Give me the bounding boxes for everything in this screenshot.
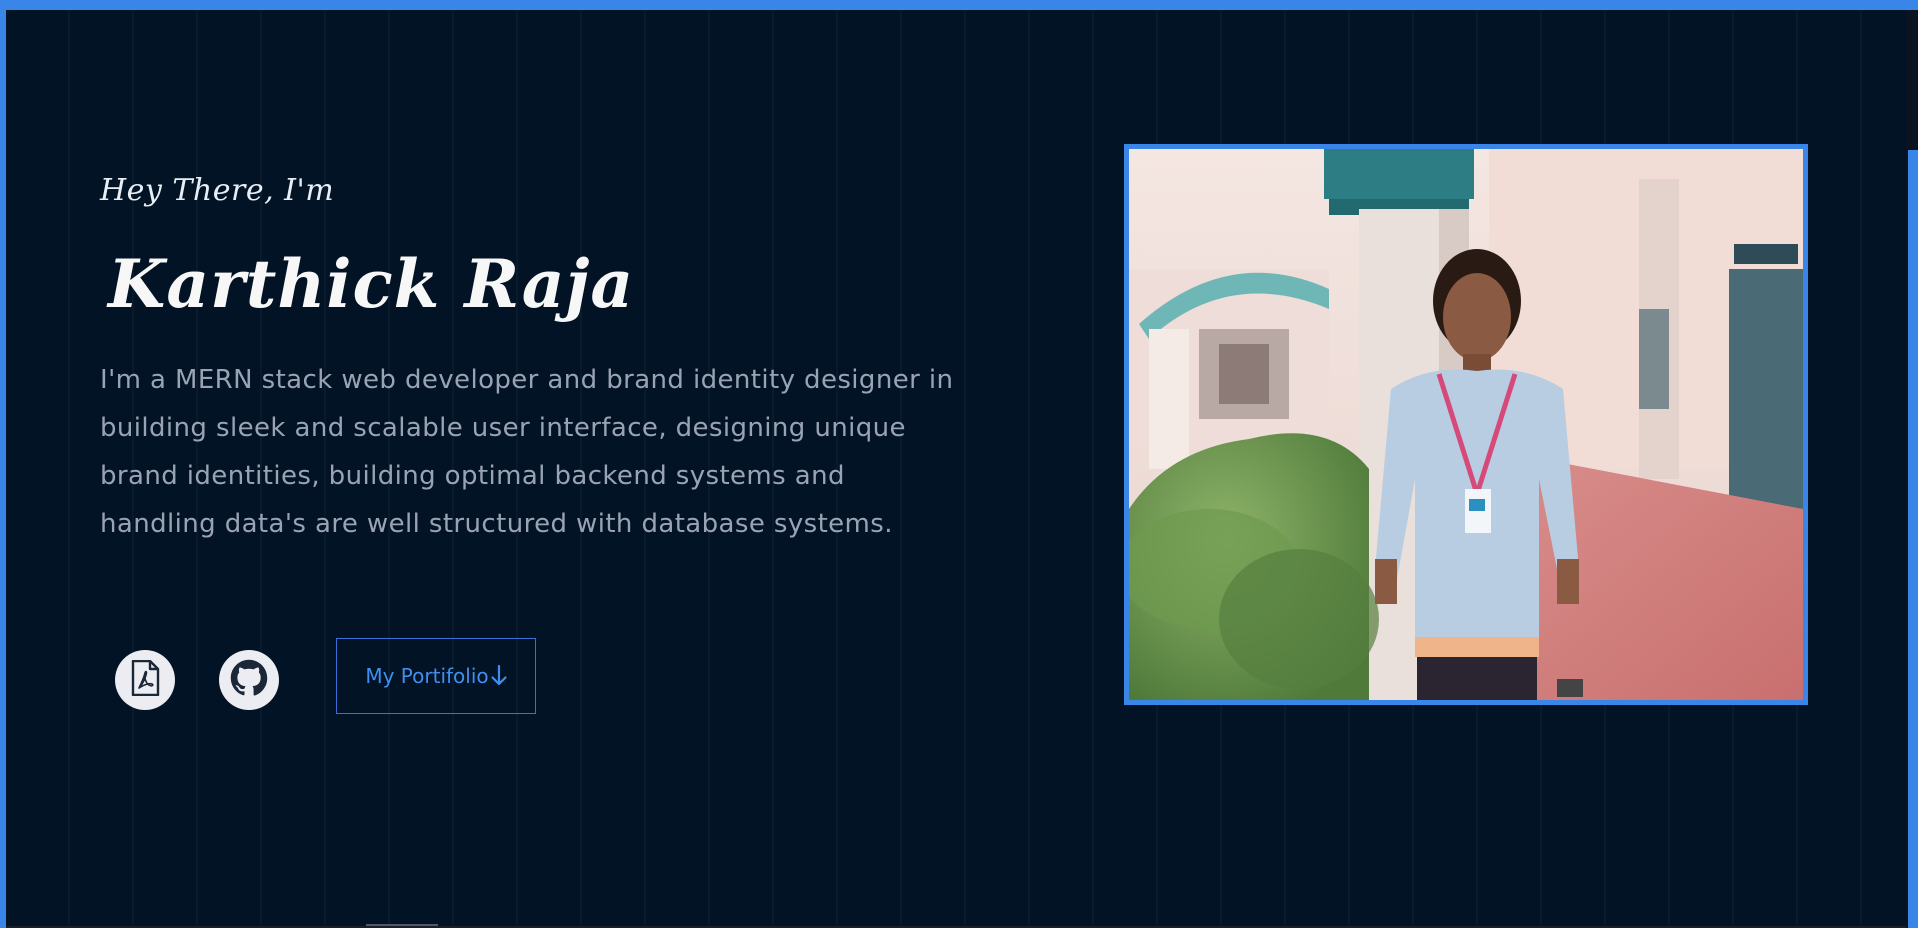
portfolio-button[interactable]: My Portifolio	[336, 638, 536, 714]
resume-button[interactable]	[115, 650, 175, 710]
left-accent-border	[0, 0, 6, 928]
hero-section: Hey There, I'm Karthick Raja I'm a MERN …	[6, 10, 1906, 926]
greeting-text: Hey There, I'm	[100, 173, 335, 208]
github-icon	[230, 659, 268, 701]
hero-name: Karthick Raja	[108, 245, 635, 323]
portfolio-button-label: My Portifolio	[365, 664, 489, 688]
profile-photo-illustration	[1129, 149, 1803, 700]
profile-photo	[1124, 144, 1808, 705]
bottom-divider	[366, 924, 438, 926]
pdf-file-icon	[130, 659, 160, 700]
github-button[interactable]	[219, 650, 279, 710]
scrollbar-thumb[interactable]	[1908, 150, 1918, 928]
top-accent-border	[0, 0, 1918, 10]
hero-bio: I'm a MERN stack web developer and brand…	[100, 365, 954, 539]
page-frame: Hey There, I'm Karthick Raja I'm a MERN …	[0, 0, 1918, 928]
arrow-down-icon	[491, 665, 507, 687]
